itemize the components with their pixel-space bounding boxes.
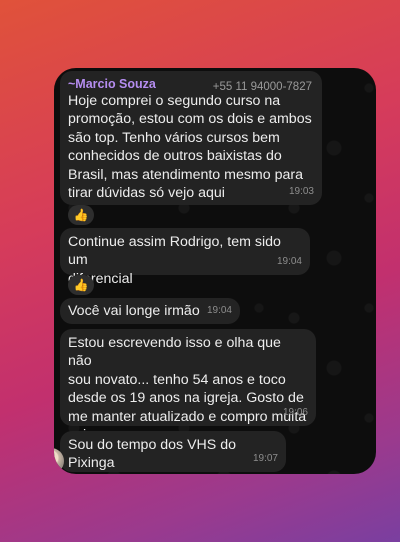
message-time: 19:04	[276, 255, 302, 267]
message-time: 19:06	[282, 406, 308, 418]
message-text: Sou do tempo dos VHS do Pixinga	[68, 437, 236, 472]
message-bubble[interactable]: Sou do tempo dos VHS do Pixinga 19:07	[54, 431, 286, 474]
message-time: 19:03	[288, 185, 314, 197]
message-time: 19:07	[252, 452, 278, 464]
message-text: Continue assim Rodrigo, tem sido um dife…	[68, 234, 281, 287]
message-text: Estou escrevendo isso e olha que não sou…	[68, 335, 307, 443]
message-text: Hoje comprei o segundo curso na promoção…	[68, 93, 312, 202]
message-bubble[interactable]: Você vai longe irmão 19:04	[60, 298, 240, 324]
reaction-thumbs-up[interactable]: 👍	[68, 275, 94, 295]
message-bubble[interactable]: Estou escrevendo isso e olha que não sou…	[60, 329, 316, 443]
message-time: 19:04	[206, 304, 232, 316]
message-bubble[interactable]: Continue assim Rodrigo, tem sido um dife…	[60, 228, 310, 287]
message-bubble[interactable]: ~Marcio Souza +55 11 94000-7827 Hoje com…	[60, 71, 322, 205]
reaction-thumbs-up[interactable]: 👍	[68, 205, 94, 225]
sender-phone: +55 11 94000-7827	[212, 81, 312, 93]
chat-screen: ~Marcio Souza +55 11 94000-7827 Hoje com…	[54, 68, 376, 474]
avatar[interactable]	[54, 448, 64, 474]
